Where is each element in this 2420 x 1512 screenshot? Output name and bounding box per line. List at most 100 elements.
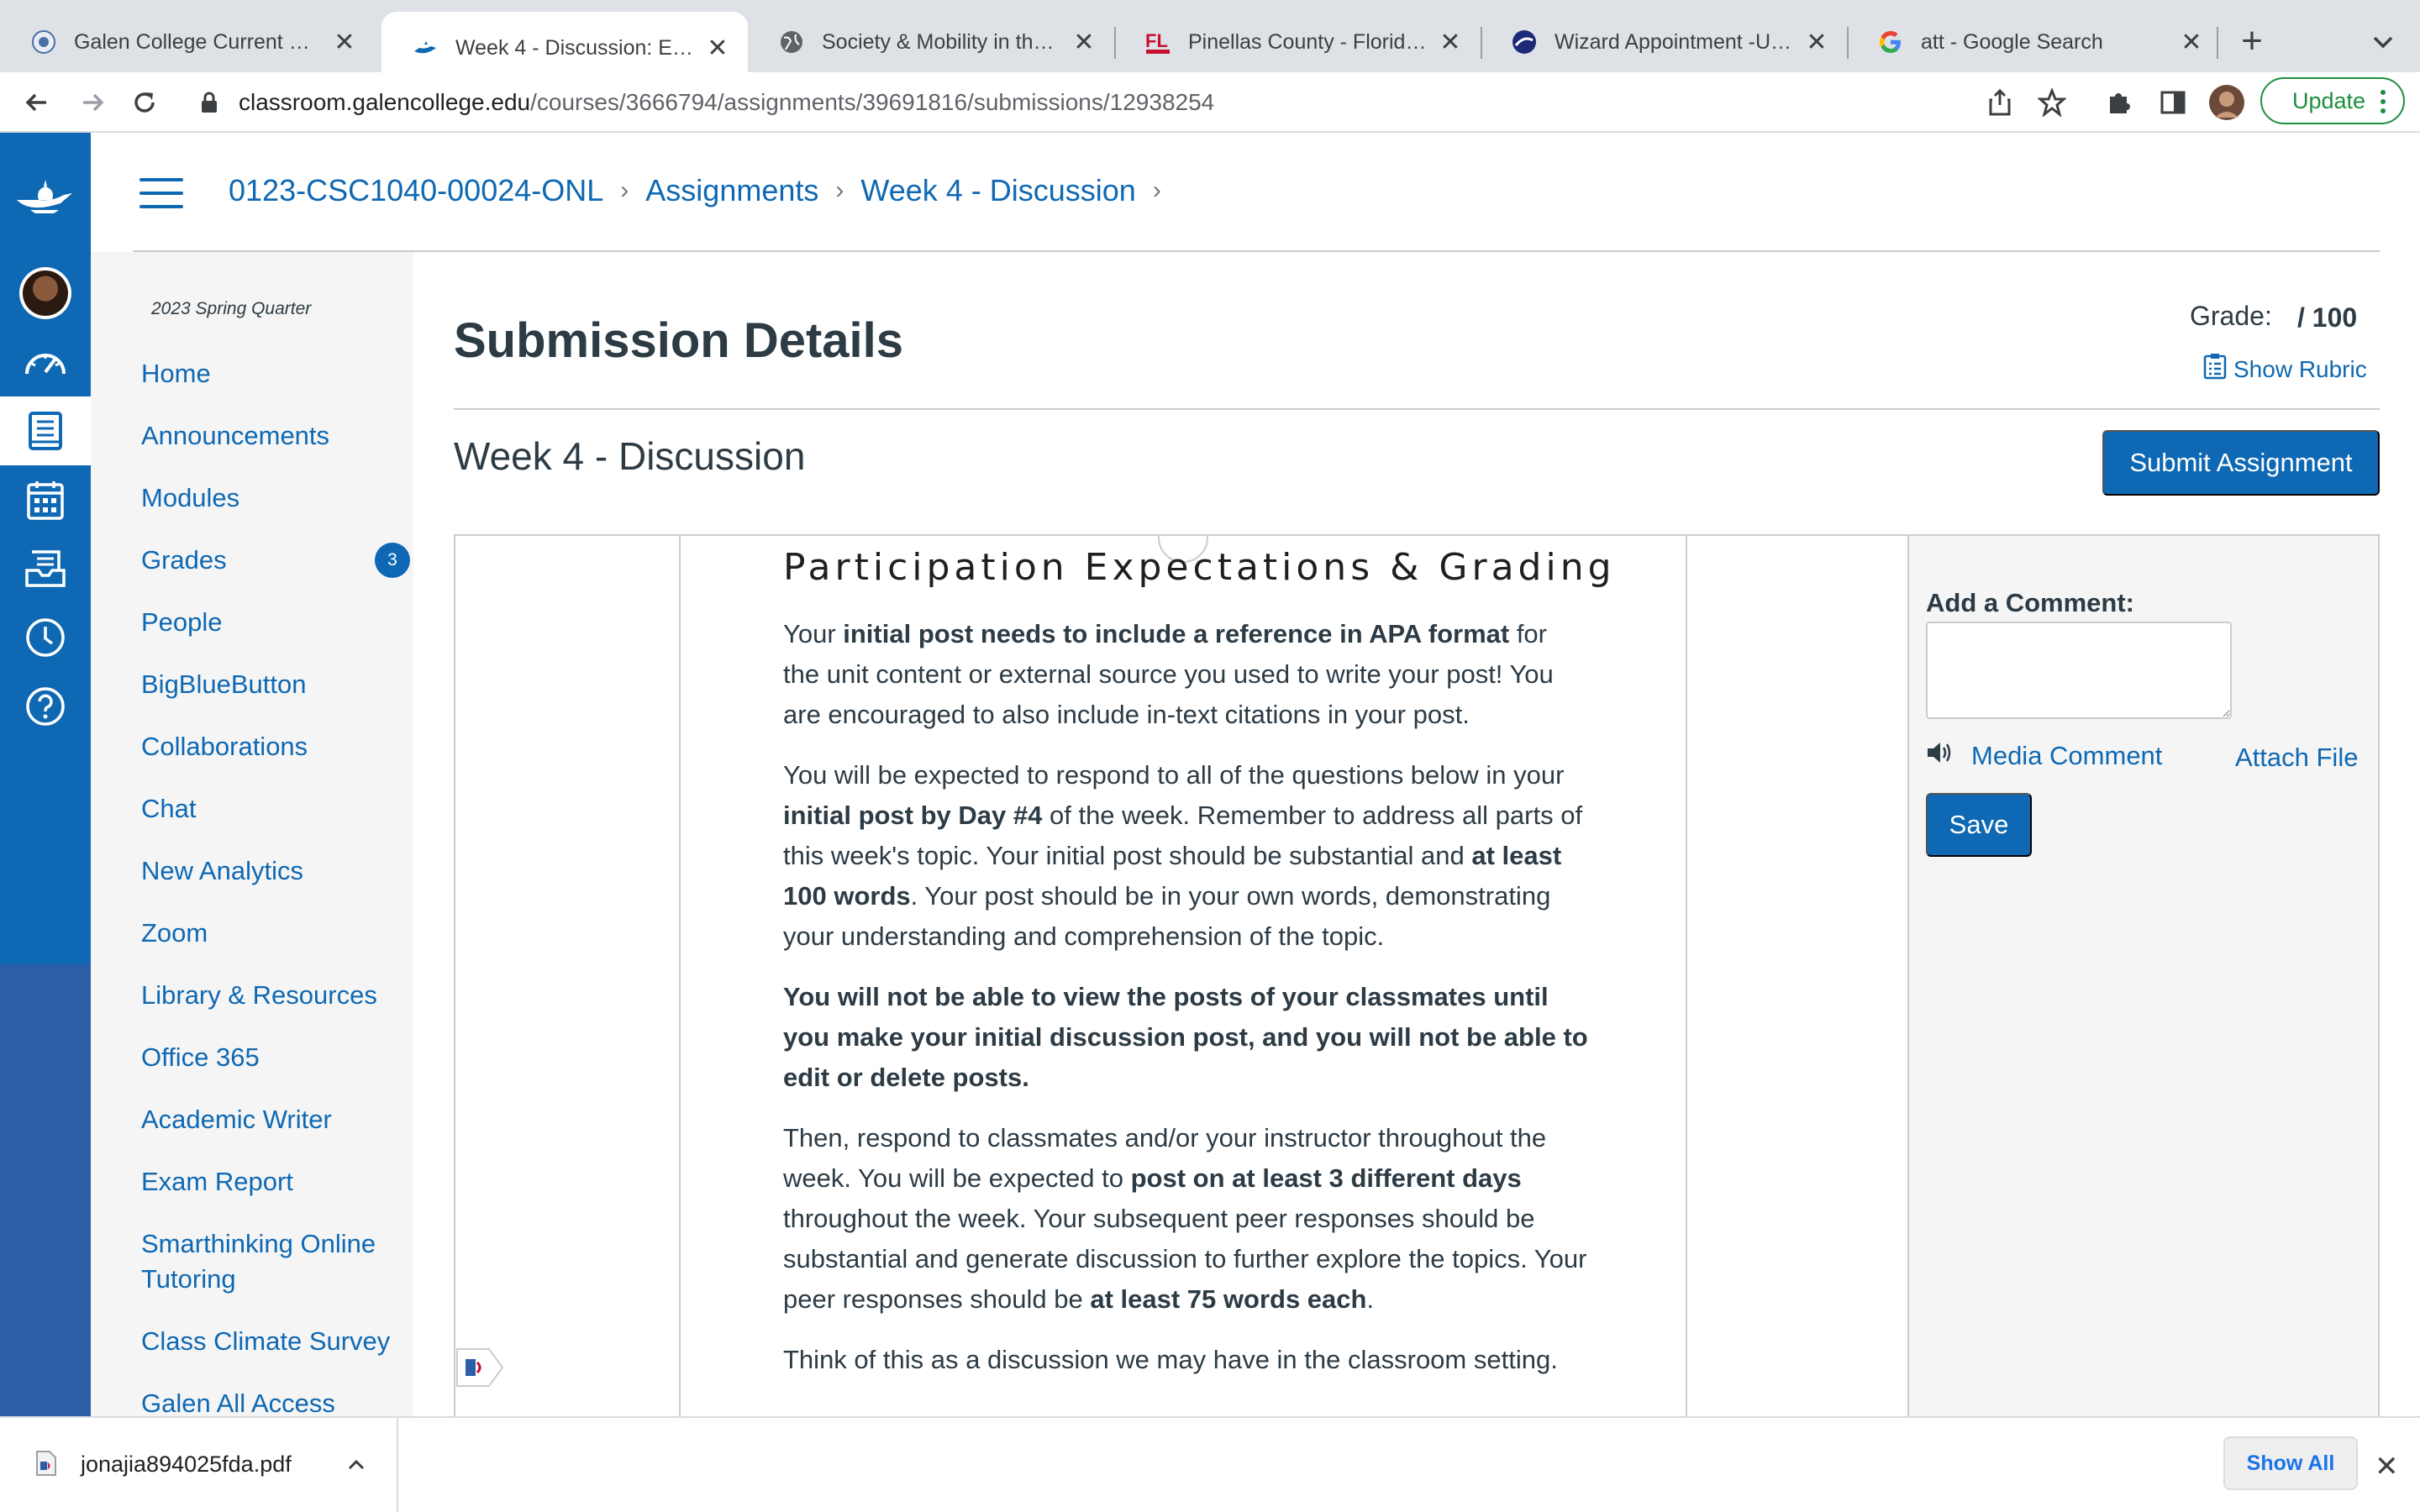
close-icon[interactable]: ✕ <box>1439 29 1462 56</box>
svg-text:FL: FL <box>1145 30 1168 51</box>
galen-logo[interactable] <box>0 133 91 259</box>
globe-icon <box>778 29 805 55</box>
bookmark-star-icon[interactable] <box>2033 84 2070 121</box>
show-rubric-label: Show Rubric <box>2233 355 2367 382</box>
course-nav-office-365[interactable]: Office 365 <box>141 1040 393 1075</box>
browser-tab-strip: Galen College Current Stud ✕ Week 4 - Di… <box>0 0 2420 84</box>
readspeaker-icon[interactable] <box>454 1346 504 1389</box>
course-nav-chat[interactable]: Chat <box>141 791 393 827</box>
browser-tab[interactable]: Society & Mobility in the U. ✕ <box>748 12 1114 72</box>
side-panel-icon[interactable] <box>2154 84 2191 121</box>
course-nav-new-analytics[interactable]: New Analytics <box>141 853 393 889</box>
back-icon[interactable] <box>18 84 55 121</box>
browser-tab[interactable]: Wizard Appointment -Unit I ✕ <box>1481 12 1847 72</box>
address-bar[interactable]: classroom.galencollege.edu/courses/36667… <box>182 77 2257 128</box>
global-nav-history[interactable] <box>0 603 91 672</box>
forward-icon[interactable] <box>74 84 111 121</box>
course-nav-people[interactable]: People <box>141 605 393 640</box>
dashboard-gauge-icon <box>25 354 66 375</box>
tab-search-chevron-icon[interactable] <box>2366 25 2400 59</box>
global-nav-inbox[interactable] <box>0 534 91 603</box>
chevron-right-icon: › <box>1152 176 1161 204</box>
course-nav-zoom[interactable]: Zoom <box>141 916 393 951</box>
course-nav-academic-writer[interactable]: Academic Writer <box>141 1102 393 1137</box>
file-icon <box>35 1450 57 1481</box>
chevron-right-icon: › <box>835 176 844 204</box>
comment-textarea[interactable] <box>1926 622 2232 719</box>
reload-icon[interactable] <box>126 84 163 121</box>
breadcrumb-assignment[interactable]: Week 4 - Discussion <box>860 173 1135 208</box>
download-item[interactable]: jonajia894025fda.pdf <box>0 1418 398 1512</box>
close-icon[interactable]: ✕ <box>706 34 729 62</box>
submit-assignment-button[interactable]: Submit Assignment <box>2102 430 2380 496</box>
grade-value: / 100 <box>2297 302 2358 333</box>
course-menu-toggle-icon[interactable] <box>139 178 183 208</box>
canvas-lamp-icon <box>412 34 439 61</box>
course-nav-exam-report[interactable]: Exam Report <box>141 1164 393 1200</box>
tab-title: Wizard Appointment -Unit I <box>1555 29 1793 54</box>
close-icon[interactable]: ✕ <box>333 29 356 56</box>
tab-title: Galen College Current Stud <box>74 29 321 54</box>
discussion-document: Participation Expectations & Grading You… <box>783 546 1616 1400</box>
media-comment-link[interactable]: Media Comment <box>1926 741 2162 771</box>
course-nav-grades[interactable]: Grades <box>141 543 393 578</box>
submission-preview-frame[interactable]: Participation Expectations & Grading You… <box>454 534 1909 1416</box>
url-text: classroom.galencollege.edu/courses/36667… <box>239 89 1214 116</box>
show-all-downloads-button[interactable]: Show All <box>2223 1436 2358 1490</box>
doc-paragraph: Think of this as a discussion we may hav… <box>783 1345 1558 1374</box>
profile-avatar[interactable] <box>2208 84 2245 121</box>
document-margin-left <box>679 536 681 1416</box>
close-icon[interactable]: ✕ <box>1805 29 1828 56</box>
content-divider <box>454 408 2380 410</box>
browser-tab[interactable]: Galen College Current Stud ✕ <box>0 12 375 72</box>
course-nav-class-climate-survey[interactable]: Class Climate Survey <box>141 1324 393 1359</box>
course-nav-collaborations[interactable]: Collaborations <box>141 729 393 764</box>
save-comment-button[interactable]: Save <box>1926 793 2032 857</box>
speaker-icon <box>1926 741 1953 771</box>
close-icon[interactable]: ✕ <box>1072 29 1096 56</box>
new-tab-button[interactable]: + <box>2232 22 2272 62</box>
attach-file-link[interactable]: Attach File <box>2235 743 2358 773</box>
doc-paragraph: Then, respond to classmates and/or your … <box>783 1123 1587 1314</box>
close-icon[interactable]: ✕ <box>2180 29 2203 56</box>
global-nav-courses[interactable] <box>0 396 91 465</box>
update-button[interactable]: Update <box>2260 77 2405 124</box>
grade-label: Grade: <box>2190 301 2272 331</box>
kebab-menu-icon <box>2380 87 2386 122</box>
course-nav-smarthinking[interactable]: Smarthinking Online Tutoring <box>141 1226 393 1297</box>
comment-panel: Add a Comment: Media Comment Attach File… <box>1909 534 2380 1416</box>
global-nav-account[interactable] <box>0 259 91 328</box>
tab-title: Week 4 - Discussion: Erica <box>455 35 694 60</box>
breadcrumb: 0123-CSC1040-00024-ONL › Assignments › W… <box>229 173 1178 208</box>
lock-icon <box>200 91 218 118</box>
course-nav-home[interactable]: Home <box>141 356 393 391</box>
browser-tab[interactable]: FL Pinellas County - Florida De ✕ <box>1114 12 1481 72</box>
chevron-right-icon: › <box>620 176 629 204</box>
browser-tab[interactable]: att - Google Search ✕ <box>1847 12 2222 72</box>
tab-title: Pinellas County - Florida De <box>1188 29 1427 54</box>
calendar-icon <box>27 481 64 520</box>
clock-history-icon <box>26 618 65 657</box>
extensions-puzzle-icon[interactable] <box>2101 84 2138 121</box>
share-icon[interactable] <box>1981 84 2018 121</box>
media-comment-label: Media Comment <box>1971 741 2163 770</box>
global-nav-dashboard[interactable] <box>0 328 91 396</box>
breadcrumb-assignments[interactable]: Assignments <box>645 173 818 208</box>
close-icon[interactable]: ✕ <box>2375 1450 2399 1483</box>
global-nav-help[interactable] <box>0 672 91 741</box>
show-rubric-link[interactable]: Show Rubric <box>2203 353 2367 386</box>
global-nav-calendar[interactable] <box>0 465 91 534</box>
course-nav-library-resources[interactable]: Library & Resources <box>141 978 393 1013</box>
chevron-up-icon[interactable] <box>346 1455 366 1479</box>
download-bar: jonajia894025fda.pdf Show All ✕ <box>0 1416 2420 1512</box>
breadcrumb-course[interactable]: 0123-CSC1040-00024-ONL <box>229 173 603 208</box>
course-nav-modules[interactable]: Modules <box>141 480 393 516</box>
add-comment-label: Add a Comment: <box>1926 588 2134 617</box>
course-nav-bigbluebutton[interactable]: BigBlueButton <box>141 667 393 702</box>
help-question-icon <box>26 687 65 726</box>
google-icon <box>1877 29 1904 55</box>
document-heading: Participation Expectations & Grading <box>783 546 1616 589</box>
document-margin-right <box>1686 536 1687 1416</box>
course-nav-announcements[interactable]: Announcements <box>141 418 393 454</box>
url-host: classroom.galencollege.edu <box>239 89 531 115</box>
